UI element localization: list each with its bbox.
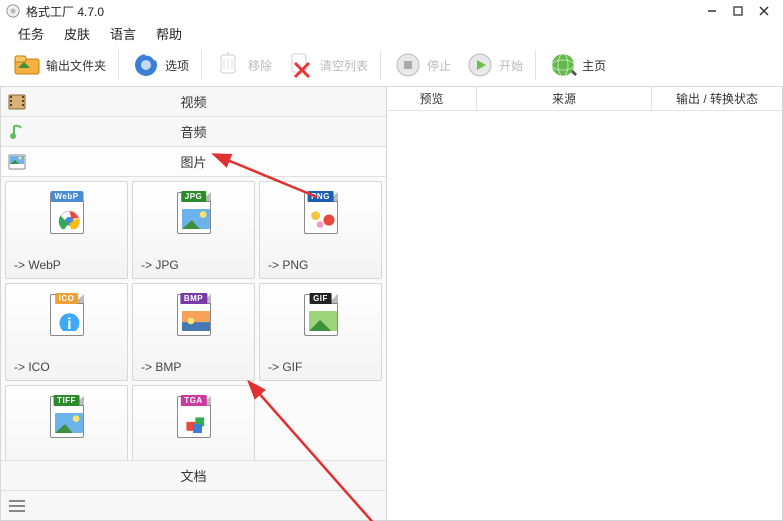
image-icon	[7, 152, 27, 172]
format-icon: ICO i	[50, 294, 84, 336]
stop-button[interactable]: 停止	[387, 48, 457, 82]
format-tile-png[interactable]: PNG -> PNG	[259, 181, 382, 279]
format-badge: GIF	[309, 293, 332, 304]
right-panel: 预览 来源 输出 / 转换状态	[386, 86, 783, 521]
menu-help[interactable]: 帮助	[146, 22, 192, 45]
format-label: -> PNG	[268, 258, 308, 272]
menu-task[interactable]: 任务	[8, 22, 54, 45]
output-folder-button[interactable]: 输出文件夹	[6, 48, 112, 82]
format-label: -> GIF	[268, 360, 302, 374]
start-label: 开始	[499, 57, 523, 74]
format-tile-webp[interactable]: WebP -> WebP	[5, 181, 128, 279]
format-tile-tiff[interactable]: TIFF-> TIF	[5, 385, 128, 460]
remove-icon	[214, 50, 244, 80]
format-icon: TIFF	[50, 396, 84, 438]
task-list[interactable]	[387, 111, 782, 520]
home-button[interactable]: 主页	[542, 48, 612, 82]
format-tile-bmp[interactable]: BMP -> BMP	[132, 283, 255, 381]
separator	[118, 50, 119, 80]
svg-text:i: i	[67, 316, 71, 331]
options-button[interactable]: 选项	[125, 48, 195, 82]
titlebar: 格式工厂 4.7.0	[0, 0, 783, 22]
column-headers: 预览 来源 输出 / 转换状态	[387, 87, 782, 111]
clear-label: 清空列表	[320, 57, 368, 74]
format-tile-tga[interactable]: TGA-> TGA	[132, 385, 255, 460]
separator	[201, 50, 202, 80]
format-icon: TGA	[177, 396, 211, 438]
left-panel: 视频 音频 图片 WebP -> WebP JPG -> JPG PNG -> PNG IC…	[0, 86, 386, 521]
menubar: 任务 皮肤 语言 帮助	[0, 22, 783, 44]
format-icon: PNG	[304, 192, 338, 234]
close-button[interactable]	[751, 2, 777, 20]
accordion-image[interactable]: 图片	[1, 147, 386, 177]
home-icon	[548, 50, 578, 80]
column-preview[interactable]: 预览	[387, 87, 477, 110]
format-label: -> JPG	[141, 258, 179, 272]
menu-language[interactable]: 语言	[100, 22, 146, 45]
format-icon: WebP	[50, 192, 84, 234]
minimize-button[interactable]	[699, 2, 725, 20]
options-icon	[131, 50, 161, 80]
folder-icon	[12, 50, 42, 80]
format-icon: BMP	[177, 294, 211, 336]
accordion-video[interactable]: 视频	[1, 87, 386, 117]
main: 视频 音频 图片 WebP -> WebP JPG -> JPG PNG -> PNG IC…	[0, 86, 783, 521]
separator	[535, 50, 536, 80]
options-label: 选项	[165, 57, 189, 74]
maximize-button[interactable]	[725, 2, 751, 20]
accordion-document[interactable]: 文档	[1, 460, 386, 490]
format-label: -> ICO	[14, 360, 50, 374]
format-badge: TIFF	[53, 395, 80, 406]
remove-label: 移除	[248, 57, 272, 74]
start-button[interactable]: 开始	[459, 48, 529, 82]
format-icon: JPG	[177, 192, 211, 234]
hamburger-icon	[9, 500, 25, 512]
app-title: 格式工厂 4.7.0	[26, 3, 104, 20]
format-tile-ico[interactable]: ICO i -> ICO	[5, 283, 128, 381]
accordion-options[interactable]	[1, 490, 386, 520]
format-tile-gif[interactable]: GIF -> GIF	[259, 283, 382, 381]
format-grid: WebP -> WebP JPG -> JPG PNG -> PNG ICO i -> ICO B…	[1, 177, 386, 460]
accordion-audio[interactable]: 音频	[1, 117, 386, 147]
start-icon	[465, 50, 495, 80]
accordion-document-label: 文档	[180, 466, 206, 485]
format-label: -> BMP	[141, 360, 181, 374]
column-source[interactable]: 来源	[477, 87, 652, 110]
accordion-audio-label: 音频	[180, 122, 206, 141]
format-badge: PNG	[307, 191, 334, 202]
format-badge: JPG	[181, 191, 207, 202]
stop-icon	[393, 50, 423, 80]
stop-label: 停止	[427, 57, 451, 74]
column-status[interactable]: 输出 / 转换状态	[652, 87, 782, 110]
separator	[380, 50, 381, 80]
format-badge: WebP	[50, 191, 82, 202]
app-icon	[6, 4, 20, 18]
format-badge: TGA	[180, 395, 206, 406]
audio-icon	[7, 122, 27, 142]
output-folder-label: 输出文件夹	[46, 57, 106, 74]
format-icon: GIF	[304, 294, 338, 336]
format-tile-jpg[interactable]: JPG -> JPG	[132, 181, 255, 279]
menu-skin[interactable]: 皮肤	[54, 22, 100, 45]
accordion-video-label: 视频	[180, 92, 206, 111]
format-label: -> WebP	[14, 258, 61, 272]
format-badge: ICO	[55, 293, 79, 304]
home-label: 主页	[582, 57, 606, 74]
video-icon	[7, 92, 27, 112]
clear-icon	[286, 50, 316, 80]
remove-button[interactable]: 移除	[208, 48, 278, 82]
format-badge: BMP	[180, 293, 207, 304]
clear-button[interactable]: 清空列表	[280, 48, 374, 82]
toolbar: 输出文件夹 选项 移除 清空列表 停止	[0, 44, 783, 86]
accordion-image-label: 图片	[180, 152, 206, 171]
